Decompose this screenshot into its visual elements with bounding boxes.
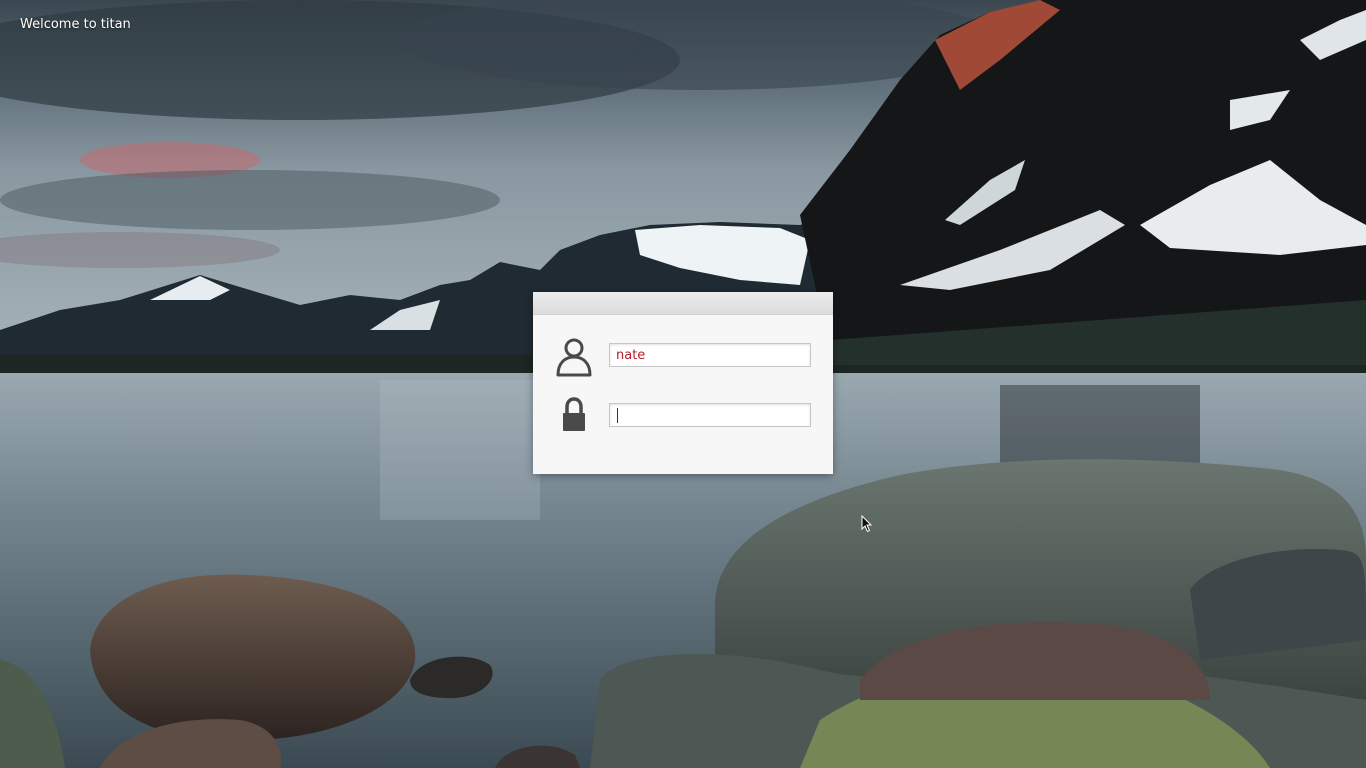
username-row — [533, 335, 833, 377]
password-row — [533, 395, 833, 435]
login-screen: Welcome to titan — [0, 0, 1366, 768]
password-field[interactable] — [609, 403, 811, 427]
welcome-message: Welcome to titan — [20, 17, 131, 32]
login-panel — [533, 292, 833, 474]
username-field[interactable] — [609, 343, 811, 367]
user-icon — [553, 335, 595, 377]
mouse-pointer-icon — [861, 515, 873, 533]
text-caret — [617, 408, 618, 423]
lock-icon — [553, 395, 595, 437]
login-panel-titlebar — [533, 292, 833, 315]
